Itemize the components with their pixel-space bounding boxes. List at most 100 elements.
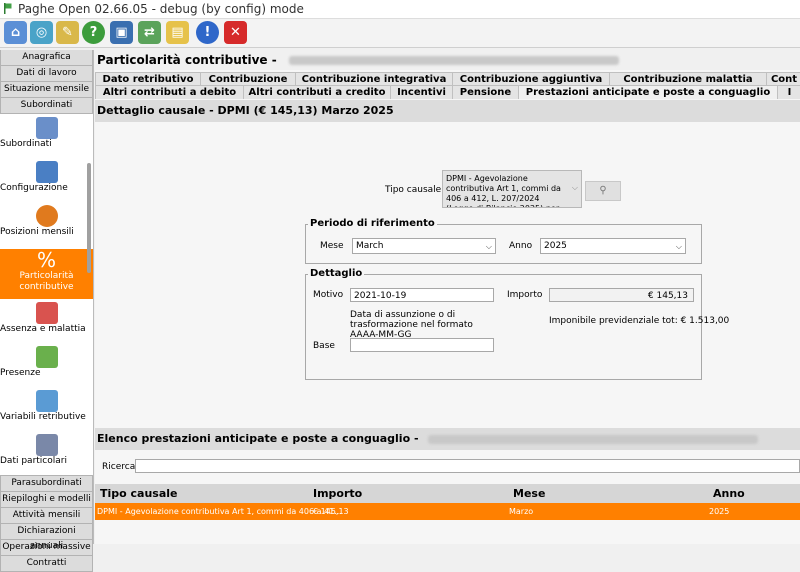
sidebar-item-anagrafica[interactable]: Anagrafica — [0, 50, 93, 66]
toolbar: ⌂ ◎ ✎ ? ▣ ⇄ ▤ ! ✕ — [0, 19, 800, 48]
mese-label: Mese — [320, 241, 344, 251]
redacted-name — [428, 434, 759, 444]
sidebar-item-assenza-e-malattia[interactable]: Assenza e malattia — [0, 302, 93, 343]
target-icon — [35, 205, 58, 227]
tab-contribuzione-integrativa[interactable]: Contribuzione integrativa — [295, 72, 453, 86]
people-icon — [35, 117, 58, 139]
sidebar-item-configurazione[interactable]: Configurazione — [0, 161, 93, 202]
tipo-causale-label: Tipo causale — [385, 185, 442, 195]
sidebar-item-contratti[interactable]: Contratti — [0, 556, 93, 572]
sidebar-item-dati-particolari[interactable]: Dati particolari — [0, 434, 93, 475]
help-icon[interactable]: ? — [82, 21, 105, 44]
sidebar-item-dati-di-lavoro[interactable]: Dati di lavoro — [0, 66, 93, 82]
tab-contribuzione[interactable]: Contribuzione — [200, 72, 296, 86]
page-header: Particolarità contributive - — [95, 50, 800, 70]
sidebar-item-label: Configurazione — [0, 183, 68, 193]
sidebar: Anagrafica Dati di lavoro Situazione men… — [0, 50, 94, 572]
sidebar-item-label: Variabili retributive — [0, 412, 86, 422]
tab-more[interactable]: I — [777, 85, 800, 99]
col-tipo-causale[interactable]: Tipo causale — [100, 487, 178, 500]
sidebar-item-dichiarazioni-annuali[interactable]: Dichiarazioni annuali — [0, 524, 93, 551]
chevron-down-icon: ⌵ — [675, 242, 682, 251]
folder-icon[interactable]: ▤ — [166, 21, 189, 44]
anno-label: Anno — [509, 241, 533, 251]
motivo-field[interactable]: 2021-10-19 — [350, 288, 494, 302]
chart-icon — [35, 390, 58, 412]
page-title: Particolarità contributive - — [97, 53, 277, 67]
mese-value: March — [356, 241, 384, 251]
close-icon[interactable]: ✕ — [224, 21, 247, 44]
ricerca-input[interactable] — [135, 459, 800, 473]
sidebar-item-particolarita-contributive[interactable]: % Particolarità contributive — [0, 249, 93, 299]
elenco-header: Elenco prestazioni anticipate e poste a … — [95, 428, 800, 450]
tab-contribuzione-malattia[interactable]: Contribuzione malattia — [609, 72, 767, 86]
network-icon[interactable]: ▣ — [110, 21, 133, 44]
dettaglio-title: Dettaglio — [308, 268, 365, 279]
anno-select[interactable]: 2025 ⌵ — [540, 238, 686, 254]
cell-tipo-causale: DPMI - Agevolazione contributiva Art 1, … — [97, 507, 342, 516]
sidebar-item-situazione-mensile[interactable]: Situazione mensile — [0, 82, 93, 98]
sidebar-item-label: Particolarità contributive — [19, 271, 74, 292]
calendar-check-icon — [35, 346, 58, 368]
sidebar-item-riepiloghi[interactable]: Riepiloghi e modelli — [0, 492, 93, 508]
cart-icon — [35, 434, 58, 456]
col-importo[interactable]: Importo — [313, 487, 362, 500]
importo-label: Importo — [507, 290, 543, 300]
tipo-causale-select[interactable]: DPMI - Agevolazione contributiva Art 1, … — [442, 170, 582, 208]
chevron-down-icon: ⌵ — [485, 242, 492, 251]
col-anno[interactable]: Anno — [713, 487, 745, 500]
app-flag-icon — [4, 3, 12, 14]
sidebar-item-subordinati[interactable]: Subordinati — [0, 117, 93, 158]
sidebar-item-operazioni-massive[interactable]: Operazioni massive — [0, 540, 93, 556]
sidebar-item-label: Subordinati — [0, 139, 52, 149]
home-icon[interactable]: ⌂ — [4, 21, 27, 44]
cell-anno: 2025 — [709, 507, 730, 516]
sidebar-item-attivita-mensili[interactable]: Attività mensili — [0, 508, 93, 524]
periodo-title: Periodo di riferimento — [308, 218, 437, 229]
tab-contribuzione-more[interactable]: Cont — [766, 72, 800, 86]
tab-altri-contributi-debito[interactable]: Altri contributi a debito — [95, 85, 244, 99]
base-field[interactable] — [350, 338, 494, 352]
tipo-causale-value: DPMI - Agevolazione contributiva Art 1, … — [446, 174, 561, 207]
sidebar-item-label: Assenza e malattia — [0, 324, 86, 334]
imponibile-text: Imponibile previdenziale tot: € 1.513,00 — [549, 316, 730, 326]
chevron-down-icon: ⌵ — [571, 183, 578, 192]
table-row[interactable]: DPMI - Agevolazione contributiva Art 1, … — [95, 503, 800, 520]
tab-pensione[interactable]: Pensione — [452, 85, 519, 99]
sidebar-item-label: Posizioni mensili — [0, 227, 74, 237]
sidebar-scrollbar[interactable] — [87, 163, 91, 273]
sidebar-item-presenze[interactable]: Presenze — [0, 346, 93, 387]
notes-icon[interactable]: ✎ — [56, 21, 79, 44]
col-mese[interactable]: Mese — [513, 487, 545, 500]
sidebar-item-variabili-retributive[interactable]: Variabili retributive — [0, 390, 93, 431]
globe-icon[interactable]: ◎ — [30, 21, 53, 44]
elenco-title: Elenco prestazioni anticipate e poste a … — [97, 432, 419, 445]
main-panel: Particolarità contributive - Dato retrib… — [95, 50, 800, 544]
base-label: Base — [313, 341, 335, 351]
sidebar-item-posizioni-mensili[interactable]: Posizioni mensili — [0, 205, 93, 246]
ricerca-label: Ricerca — [102, 462, 136, 472]
percent-icon: % — [36, 248, 56, 272]
sidebar-item-subordinati-group[interactable]: Subordinati — [0, 98, 93, 114]
tab-contribuzione-aggiuntiva[interactable]: Contribuzione aggiuntiva — [452, 72, 610, 86]
search-icon: ⚲ — [599, 185, 607, 196]
detail-title: Dettaglio causale - DPMI (€ 145,13) Marz… — [95, 100, 800, 122]
person-config-icon — [35, 161, 58, 183]
mese-select[interactable]: March ⌵ — [352, 238, 496, 254]
motivo-label: Motivo — [313, 290, 344, 300]
info-icon[interactable]: ! — [196, 21, 219, 44]
sync-icon[interactable]: ⇄ — [138, 21, 161, 44]
calendar-icon — [35, 302, 58, 324]
title-bar: Paghe Open 02.66.05 - debug (by config) … — [0, 0, 800, 19]
search-button[interactable]: ⚲ — [585, 181, 621, 201]
cell-importo: € 145,13 — [313, 507, 349, 516]
tab-dato-retributivo[interactable]: Dato retributivo — [95, 72, 201, 86]
tab-incentivi[interactable]: Incentivi — [390, 85, 453, 99]
sidebar-item-parasubordinati[interactable]: Parasubordinati — [0, 475, 93, 492]
tab-altri-contributi-credito[interactable]: Altri contributi a credito — [243, 85, 391, 99]
window-title: Paghe Open 02.66.05 - debug (by config) … — [18, 2, 304, 16]
tab-prestazioni-anticipate[interactable]: Prestazioni anticipate e poste a conguag… — [518, 85, 778, 99]
importo-field[interactable]: € 145,13 — [549, 288, 694, 302]
motivo-hint: Data di assunzione o di trasformazione n… — [350, 310, 473, 340]
sidebar-item-label: Dati particolari — [0, 456, 67, 466]
